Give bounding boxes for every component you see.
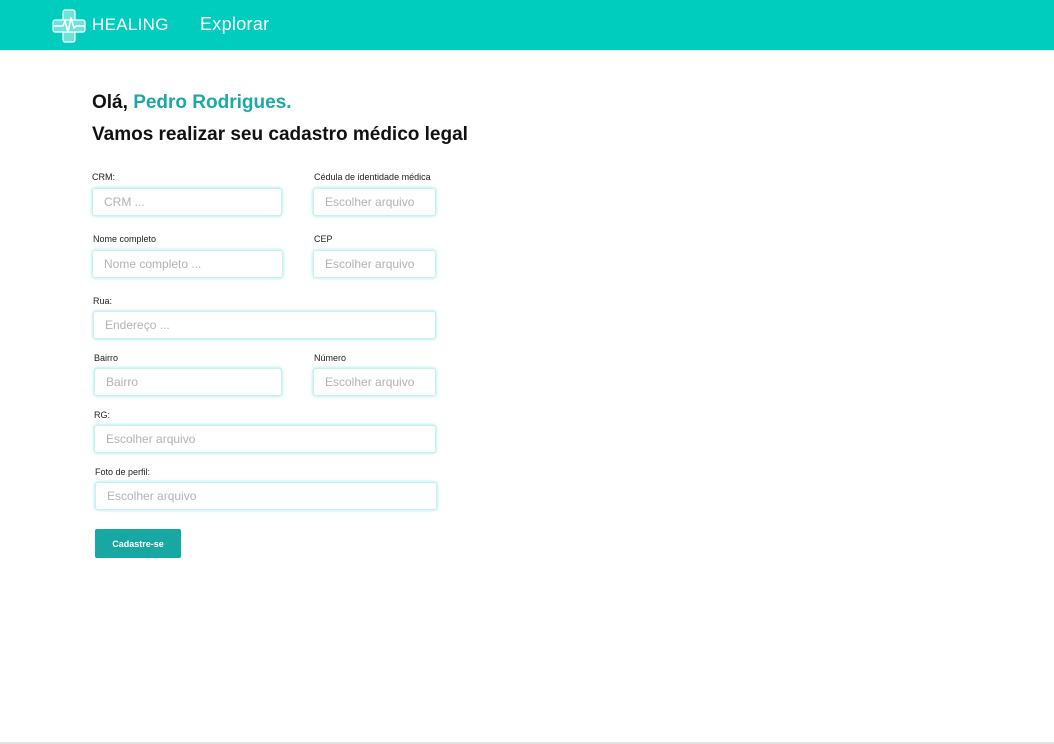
cedula-file-input[interactable] xyxy=(313,188,436,216)
cedula-label: Cédula de identidade médica xyxy=(314,172,431,182)
brand-name[interactable]: HEALING xyxy=(92,15,169,35)
bairro-input[interactable] xyxy=(94,368,282,396)
crm-label: CRM: xyxy=(92,172,115,182)
crm-input[interactable] xyxy=(92,188,282,216)
nome-label: Nome completo xyxy=(93,234,157,244)
nav-link-explorar[interactable]: Explorar xyxy=(200,14,269,35)
user-name: Pedro Rodrigues. xyxy=(133,92,292,113)
greeting-title: Olá, Pedro Rodrigues. xyxy=(92,92,292,114)
page-subtitle: Vamos realizar seu cadastro médico legal xyxy=(92,124,468,145)
logo[interactable] xyxy=(52,9,86,43)
nome-completo-input[interactable] xyxy=(92,250,283,278)
rg-label: RG: xyxy=(94,410,111,420)
rua-label: Rua: xyxy=(93,296,113,306)
medical-cross-heartbeat-icon xyxy=(52,9,86,43)
numero-input[interactable] xyxy=(313,368,436,396)
cadastre-se-button[interactable]: Cadastre-se xyxy=(95,529,181,558)
rg-file-input[interactable] xyxy=(94,425,436,453)
foto-perfil-label: Foto de perfil: xyxy=(95,467,151,477)
numero-label: Número xyxy=(314,353,347,363)
top-navbar: HEALING Explorar xyxy=(0,0,1054,50)
greeting-prefix: Olá, xyxy=(92,92,134,113)
cep-input[interactable] xyxy=(313,250,436,278)
rua-input[interactable] xyxy=(93,311,436,339)
cep-label: CEP xyxy=(314,234,333,244)
foto-perfil-file-input[interactable] xyxy=(95,482,437,510)
bairro-label: Bairro xyxy=(94,353,119,363)
